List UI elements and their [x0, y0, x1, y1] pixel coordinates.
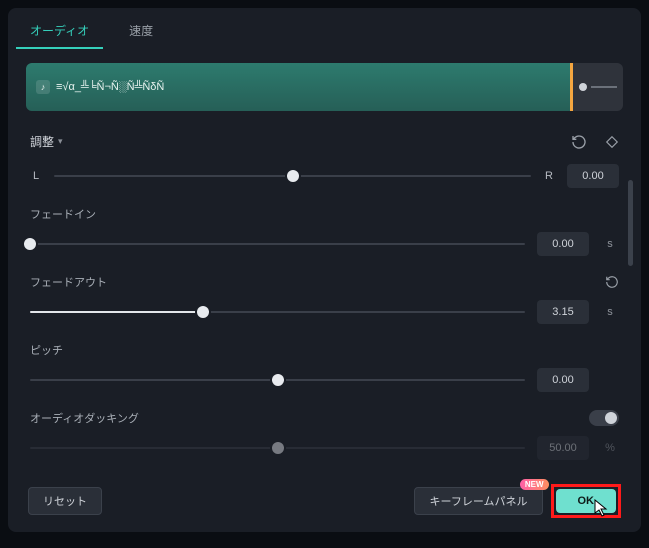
ok-highlight-box: OK	[551, 484, 622, 518]
tab-bar: オーディオ 速度	[8, 8, 641, 49]
balance-slider[interactable]	[54, 175, 531, 177]
clip-body[interactable]: ♪ ≡√α_╩╘Ñ¬Ñ░Ñ╩ÑδÑ	[26, 63, 573, 111]
ducking-slider[interactable]	[30, 447, 525, 449]
fade-out-slider[interactable]	[30, 311, 525, 313]
ok-button[interactable]: OK	[556, 489, 617, 513]
fade-out-knob[interactable]	[197, 306, 209, 318]
fade-in-row: フェードイン 0.00 s	[30, 206, 619, 256]
fade-in-slider[interactable]	[30, 243, 525, 245]
clip-title: ≡√α_╩╘Ñ¬Ñ░Ñ╩ÑδÑ	[56, 81, 164, 93]
pitch-value[interactable]: 0.00	[537, 368, 589, 392]
pitch-row: ピッチ 0.00	[30, 342, 619, 392]
music-icon: ♪	[36, 80, 50, 94]
clip-tail-line	[591, 86, 617, 88]
ducking-toggle[interactable]	[589, 410, 619, 426]
fade-in-label: フェードイン	[30, 206, 96, 222]
balance-knob[interactable]	[287, 170, 299, 182]
ducking-knob[interactable]	[272, 442, 284, 454]
fade-in-unit: s	[601, 238, 619, 250]
section-header: 調整 ▾	[8, 123, 641, 160]
audio-panel: オーディオ 速度 ♪ ≡√α_╩╘Ñ¬Ñ░Ñ╩ÑδÑ 調整 ▾	[8, 8, 641, 532]
fade-out-value[interactable]: 3.15	[537, 300, 589, 324]
scrollbar-thumb[interactable]	[628, 180, 633, 266]
fade-in-knob[interactable]	[24, 238, 36, 250]
pitch-knob[interactable]	[272, 374, 284, 386]
section-actions	[571, 134, 619, 150]
pitch-label: ピッチ	[30, 342, 63, 358]
balance-left-label: L	[30, 170, 42, 182]
ducking-value[interactable]: 50.00	[537, 436, 589, 460]
reset-icon[interactable]	[571, 134, 587, 150]
fade-out-row: フェードアウト 3.15 s	[30, 274, 619, 324]
footer: リセット キーフレームパネル NEW OK	[8, 474, 641, 532]
section-title-adjust[interactable]: 調整 ▾	[30, 133, 63, 150]
ducking-label: オーディオダッキング	[30, 410, 139, 426]
ducking-row: オーディオダッキング 50.00 %	[30, 410, 619, 460]
balance-row: L R 0.00	[30, 164, 619, 188]
keyframe-diamond-icon[interactable]	[605, 135, 619, 149]
balance-right-label: R	[543, 170, 555, 182]
clip-tail[interactable]	[573, 63, 623, 111]
fade-in-value[interactable]: 0.00	[537, 232, 589, 256]
balance-value[interactable]: 0.00	[567, 164, 619, 188]
chevron-down-icon: ▾	[58, 136, 63, 147]
keyframe-panel-wrap: キーフレームパネル NEW	[414, 487, 542, 515]
tab-audio[interactable]: オーディオ	[16, 14, 103, 49]
section-title-label: 調整	[30, 133, 54, 150]
reset-button[interactable]: リセット	[28, 487, 102, 515]
tab-speed[interactable]: 速度	[115, 14, 167, 49]
pitch-slider[interactable]	[30, 379, 525, 381]
controls-area: L R 0.00 フェードイン 0.00 s	[8, 160, 641, 474]
keyframe-panel-button[interactable]: キーフレームパネル	[414, 487, 542, 515]
fade-out-unit: s	[601, 306, 619, 318]
scrollbar[interactable]	[628, 180, 633, 468]
clip-preview[interactable]: ♪ ≡√α_╩╘Ñ¬Ñ░Ñ╩ÑδÑ	[26, 61, 623, 113]
fade-out-reset-icon[interactable]	[605, 275, 619, 289]
new-badge: NEW	[520, 479, 549, 490]
clip-keyframe-dot	[579, 83, 587, 91]
fade-out-label: フェードアウト	[30, 274, 107, 290]
ducking-unit: %	[601, 442, 619, 454]
